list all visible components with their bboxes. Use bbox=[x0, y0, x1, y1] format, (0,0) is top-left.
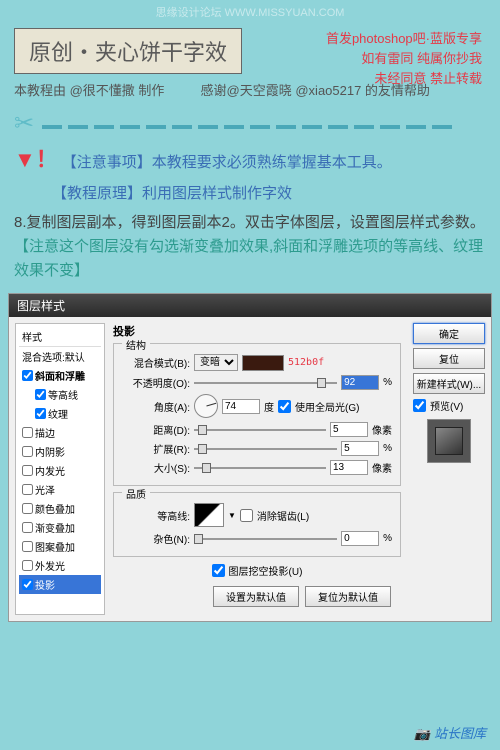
size-label: 大小(S): bbox=[122, 460, 190, 475]
sidebar-item-2[interactable]: 等高线 bbox=[19, 385, 101, 404]
dialog-titlebar[interactable]: 图层样式 bbox=[9, 294, 491, 317]
noise-input[interactable]: 0 bbox=[341, 531, 379, 546]
blend-label: 混合模式(B): bbox=[122, 355, 190, 370]
preview-thumb bbox=[427, 419, 471, 463]
styles-sidebar: 样式 混合选项:默认斜面和浮雕等高线纹理描边内阴影内发光光泽颜色叠加渐变叠加图案… bbox=[15, 323, 105, 615]
title-box: 原创・夹心饼干字效 bbox=[14, 28, 242, 74]
distance-label: 距离(D): bbox=[122, 422, 190, 437]
watermark: 思缘设计论坛 WWW.MISSYUAN.COM bbox=[156, 4, 345, 20]
divider: ✂ bbox=[0, 109, 500, 138]
opacity-label: 不透明度(O): bbox=[122, 375, 190, 390]
spread-input[interactable]: 5 bbox=[341, 441, 379, 456]
ok-button[interactable]: 确定 bbox=[413, 323, 485, 344]
sidebar-item-3[interactable]: 纹理 bbox=[19, 404, 101, 423]
sidebar-item-9[interactable]: 渐变叠加 bbox=[19, 518, 101, 537]
sidebar-item-12[interactable]: 投影 bbox=[19, 575, 101, 594]
structure-group: 结构 混合模式(B): 变暗 512b0f 不透明度(O): 92 % 角度(A… bbox=[113, 343, 401, 486]
antialias-checkbox[interactable] bbox=[240, 509, 253, 522]
sidebar-item-6[interactable]: 内发光 bbox=[19, 461, 101, 480]
sidebar-item-5[interactable]: 内阴影 bbox=[19, 442, 101, 461]
contour-label: 等高线: bbox=[122, 508, 190, 523]
cancel-button[interactable]: 复位 bbox=[413, 348, 485, 369]
sidebar-item-0[interactable]: 混合选项:默认 bbox=[19, 347, 101, 366]
red-line-1: 首发photoshop吧·蓝版专享 bbox=[326, 28, 482, 47]
site-logo: 📷 站长图库 bbox=[414, 723, 486, 742]
knockout-checkbox[interactable] bbox=[212, 564, 225, 577]
preview-checkbox[interactable] bbox=[413, 399, 426, 412]
opacity-slider[interactable] bbox=[194, 376, 337, 390]
step-note: 【注意这个图层没有勾选渐变叠加效果,斜面和浮雕选项的等高线、纹理效果不变】 bbox=[14, 238, 483, 279]
red-line-2: 如有雷同 纯属你抄我 bbox=[361, 48, 482, 67]
color-swatch[interactable] bbox=[242, 355, 284, 371]
reset-default-button[interactable]: 复位为默认值 bbox=[305, 586, 391, 607]
hex-value: 512b0f bbox=[288, 357, 324, 368]
spread-label: 扩展(R): bbox=[122, 441, 190, 456]
global-light-checkbox[interactable] bbox=[278, 400, 291, 413]
author: 本教程由 @很不懂撒 制作 bbox=[14, 83, 164, 98]
distance-input[interactable]: 5 bbox=[330, 422, 368, 437]
notice-1: ▼！【注意事项】本教程要求必须熟练掌握基本工具。 bbox=[0, 138, 500, 178]
quality-group: 品质 等高线: ▼ 消除锯齿(L) 杂色(N): 0 % bbox=[113, 492, 401, 557]
spread-slider[interactable] bbox=[194, 442, 337, 456]
distance-slider[interactable] bbox=[194, 423, 326, 437]
scissors-icon: ✂ bbox=[14, 110, 34, 137]
sidebar-item-8[interactable]: 颜色叠加 bbox=[19, 499, 101, 518]
noise-slider[interactable] bbox=[194, 532, 337, 546]
sidebar-item-10[interactable]: 图案叠加 bbox=[19, 537, 101, 556]
main-panel: 投影 结构 混合模式(B): 变暗 512b0f 不透明度(O): 92 % 角… bbox=[105, 323, 409, 615]
opacity-input[interactable]: 92 bbox=[341, 375, 379, 390]
exclaim-icon: ▼！ bbox=[14, 147, 58, 172]
layer-style-dialog: 图层样式 样式 混合选项:默认斜面和浮雕等高线纹理描边内阴影内发光光泽颜色叠加渐… bbox=[8, 293, 492, 622]
angle-dial[interactable] bbox=[194, 394, 218, 418]
step-text: 8.复制图层副本，得到图层副本2。双击字体图层，设置图层样式参数。 【注意这个图… bbox=[0, 207, 500, 287]
notice-2: 【教程原理】利用图层样式制作字效 bbox=[0, 178, 500, 207]
noise-label: 杂色(N): bbox=[122, 531, 190, 546]
new-style-button[interactable]: 新建样式(W)... bbox=[413, 373, 485, 394]
angle-input[interactable]: 74 bbox=[222, 399, 260, 414]
blend-mode-select[interactable]: 变暗 bbox=[194, 354, 238, 371]
red-line-3: 未经同意 禁止转载 bbox=[374, 68, 482, 87]
angle-label: 角度(A): bbox=[122, 399, 190, 414]
right-column: 确定 复位 新建样式(W)... 预览(V) bbox=[409, 323, 485, 615]
sidebar-item-11[interactable]: 外发光 bbox=[19, 556, 101, 575]
panel-title: 投影 bbox=[113, 323, 401, 339]
contour-picker[interactable] bbox=[194, 503, 224, 527]
sidebar-item-7[interactable]: 光泽 bbox=[19, 480, 101, 499]
size-slider[interactable] bbox=[194, 461, 326, 475]
sidebar-item-1[interactable]: 斜面和浮雕 bbox=[19, 366, 101, 385]
size-input[interactable]: 13 bbox=[330, 460, 368, 475]
sidebar-item-4[interactable]: 描边 bbox=[19, 423, 101, 442]
make-default-button[interactable]: 设置为默认值 bbox=[213, 586, 299, 607]
sidebar-header: 样式 bbox=[19, 327, 101, 347]
